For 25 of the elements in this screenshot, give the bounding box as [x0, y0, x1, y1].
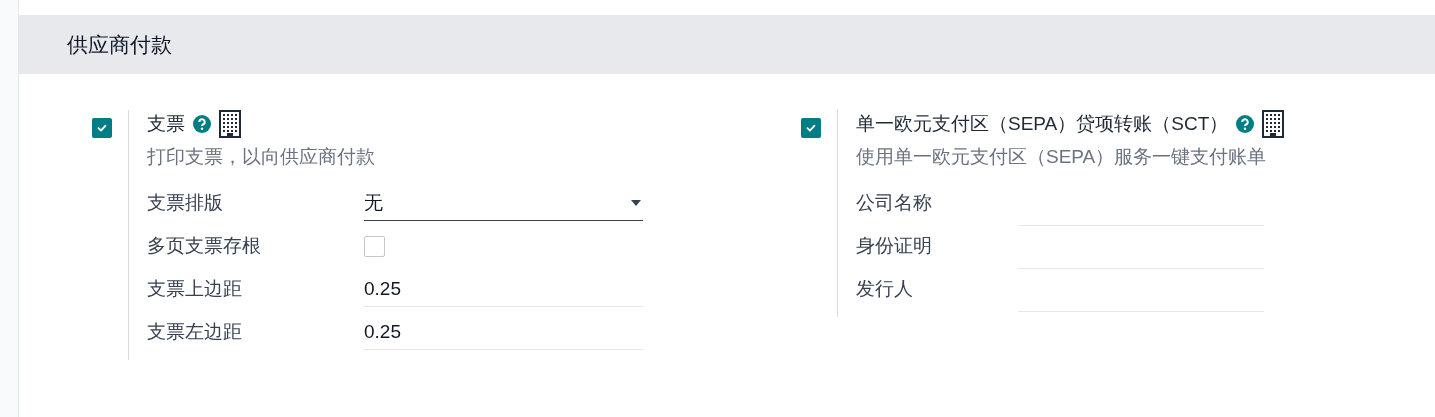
field-label: 支票左边距: [147, 320, 243, 345]
check-icon: [805, 122, 817, 134]
field-label: 多页支票存根: [147, 234, 262, 259]
checkbox[interactable]: [92, 118, 112, 138]
building-icon: [1262, 110, 1285, 139]
checkbox[interactable]: [364, 236, 385, 257]
setting-title: 支票: [147, 112, 185, 136]
setting-description: 打印支票，以向供应商付款: [147, 144, 376, 169]
field-label: 支票排版: [147, 191, 224, 216]
field-label: 支票上边距: [147, 277, 243, 302]
check-icon: [96, 122, 108, 134]
section-title: 供应商付款: [67, 31, 172, 58]
field-label: 公司名称: [856, 191, 933, 216]
building-icon: [219, 110, 241, 139]
setting-title: 单一欧元支付区（SEPA）贷项转账（SCT）: [856, 112, 1229, 136]
layout-select[interactable]: 无: [364, 186, 643, 221]
help-icon[interactable]: [193, 115, 211, 134]
checkbox[interactable]: [801, 118, 821, 138]
field-label: 发行人: [856, 277, 914, 302]
help-icon[interactable]: [1236, 115, 1255, 134]
field-label: 身份证明: [856, 234, 933, 259]
input-field[interactable]: 0.25: [364, 272, 643, 307]
caret-icon: [631, 199, 641, 206]
setting-description: 使用单一欧元支付区（SEPA）服务一键支付账单: [856, 144, 1268, 169]
input-field[interactable]: 0.25: [364, 315, 643, 350]
